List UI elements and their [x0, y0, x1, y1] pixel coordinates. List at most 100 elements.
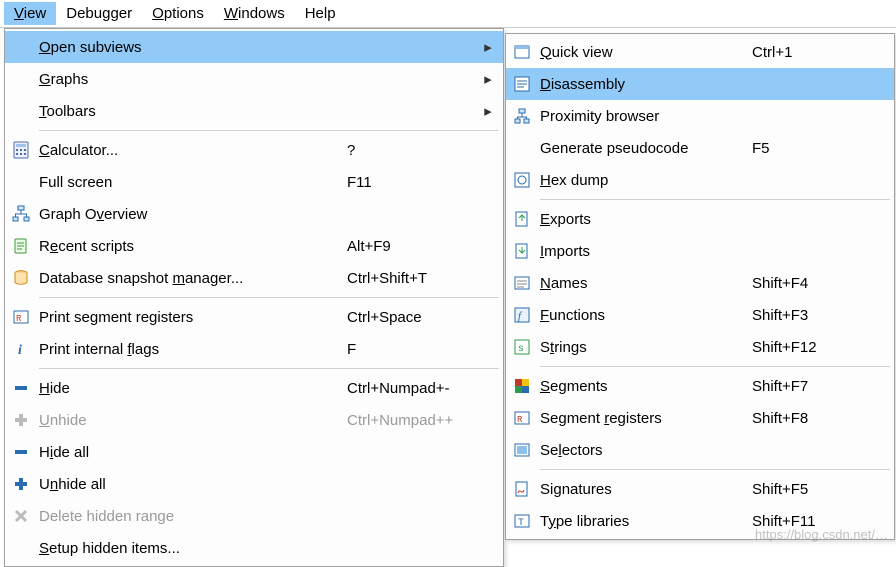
mi-delete-hidden-range: Delete hidden range — [5, 500, 503, 532]
mi-label: Exports — [538, 211, 746, 228]
mi-label: Calculator... — [37, 142, 341, 159]
mi-shortcut: Ctrl+Numpad++ — [341, 412, 481, 429]
mi-imports[interactable]: Imports — [506, 235, 894, 267]
menubar-windows[interactable]: Windows — [214, 2, 295, 25]
menubar-options[interactable]: Options — [142, 2, 214, 25]
mi-strings[interactable]: s Strings Shift+F12 — [506, 331, 894, 363]
mi-shortcut: Ctrl+1 — [746, 44, 886, 61]
mi-print-int-flags[interactable]: i Print internal flags F — [5, 333, 503, 365]
mi-toolbars[interactable]: Toolbars ▸ — [5, 95, 503, 127]
mi-disassembly[interactable]: Disassembly — [506, 68, 894, 100]
mi-setup-hidden-items[interactable]: Setup hidden items... — [5, 532, 503, 564]
registers-icon: R — [5, 301, 37, 333]
svg-text:s: s — [518, 344, 524, 355]
proximity-icon — [506, 100, 538, 132]
mi-label: Proximity browser — [538, 108, 746, 125]
mi-label: Delete hidden range — [37, 508, 341, 525]
mi-names[interactable]: Names Shift+F4 — [506, 267, 894, 299]
mi-generate-pseudocode[interactable]: Generate pseudocode F5 — [506, 132, 894, 164]
menubar-help[interactable]: Help — [295, 2, 346, 25]
mi-exports[interactable]: Exports — [506, 203, 894, 235]
blank-icon — [5, 31, 37, 63]
calculator-icon — [5, 134, 37, 166]
submenu-arrow-icon: ▸ — [481, 38, 495, 56]
mi-label: Quick view — [538, 44, 746, 61]
mi-shortcut: Ctrl+Numpad+- — [341, 380, 481, 397]
imports-icon — [506, 235, 538, 267]
svg-text:T: T — [518, 518, 524, 529]
mi-label: Recent scripts — [37, 238, 341, 255]
mi-graph-overview[interactable]: Graph Overview — [5, 198, 503, 230]
mi-label: Disassembly — [538, 76, 746, 93]
registers-icon: R — [506, 402, 538, 434]
open-subviews-submenu: Quick view Ctrl+1 Disassembly Proximity … — [505, 33, 895, 540]
mi-label: Segment registers — [538, 410, 746, 427]
blank-icon — [5, 532, 37, 564]
mi-calculator[interactable]: Calculator... ? — [5, 134, 503, 166]
mi-hex-dump[interactable]: Hex dump — [506, 164, 894, 196]
mi-db-snapshot[interactable]: Database snapshot manager... Ctrl+Shift+… — [5, 262, 503, 294]
blank-icon — [506, 132, 538, 164]
database-icon — [5, 262, 37, 294]
mi-unhide-all[interactable]: Unhide all — [5, 468, 503, 500]
mi-full-screen[interactable]: Full screen F11 — [5, 166, 503, 198]
mi-label: Segments — [538, 378, 746, 395]
mi-label: Setup hidden items... — [37, 540, 341, 557]
mi-shortcut: Shift+F3 — [746, 307, 886, 324]
mi-shortcut: Shift+F8 — [746, 410, 886, 427]
mi-label: Open subviews — [37, 39, 341, 56]
mi-label: Imports — [538, 243, 746, 260]
mi-signatures[interactable]: Signatures Shift+F5 — [506, 473, 894, 505]
mi-unhide: Unhide Ctrl+Numpad++ — [5, 404, 503, 436]
mi-segment-registers[interactable]: R Segment registers Shift+F8 — [506, 402, 894, 434]
mi-graphs[interactable]: Graphs ▸ — [5, 63, 503, 95]
graph-icon — [5, 198, 37, 230]
mi-shortcut: Shift+F5 — [746, 481, 886, 498]
plus-icon — [5, 404, 37, 436]
mi-hide[interactable]: Hide Ctrl+Numpad+- — [5, 372, 503, 404]
strings-icon: s — [506, 331, 538, 363]
segments-icon — [506, 370, 538, 402]
mi-label: Strings — [538, 339, 746, 356]
mi-recent-scripts[interactable]: Recent scripts Alt+F9 — [5, 230, 503, 262]
plus-icon — [5, 468, 37, 500]
mi-open-subviews[interactable]: Open subviews ▸ — [5, 31, 503, 63]
blank-icon — [5, 166, 37, 198]
mi-label: Full screen — [37, 174, 341, 191]
mi-shortcut: Shift+F7 — [746, 378, 886, 395]
type-libraries-icon: T — [506, 505, 538, 537]
menubar-view[interactable]: View — [4, 2, 56, 25]
mi-segments[interactable]: Segments Shift+F7 — [506, 370, 894, 402]
submenu-arrow-icon: ▸ — [481, 102, 495, 120]
mi-label: Unhide — [37, 412, 341, 429]
script-icon — [5, 230, 37, 262]
mi-shortcut: F — [341, 341, 481, 358]
mi-label: Graph Overview — [37, 206, 341, 223]
minus-icon — [5, 436, 37, 468]
mi-shortcut: Shift+F11 — [746, 513, 886, 530]
mi-shortcut: F5 — [746, 140, 886, 157]
mi-label: Hide — [37, 380, 341, 397]
mi-print-seg-reg[interactable]: R Print segment registers Ctrl+Space — [5, 301, 503, 333]
mi-functions[interactable]: f Functions Shift+F3 — [506, 299, 894, 331]
mi-shortcut: Shift+F12 — [746, 339, 886, 356]
mi-label: Generate pseudocode — [538, 140, 746, 157]
disassembly-icon — [506, 68, 538, 100]
quickview-icon — [506, 36, 538, 68]
mi-quick-view[interactable]: Quick view Ctrl+1 — [506, 36, 894, 68]
mi-type-libraries[interactable]: T Type libraries Shift+F11 — [506, 505, 894, 537]
blank-icon — [5, 63, 37, 95]
submenu-arrow-icon: ▸ — [481, 70, 495, 88]
mi-label: Signatures — [538, 481, 746, 498]
view-menu: Open subviews ▸ Graphs ▸ Toolbars ▸ Calc… — [4, 28, 504, 567]
mi-proximity-browser[interactable]: Proximity browser — [506, 100, 894, 132]
mi-label: Print internal flags — [37, 341, 341, 358]
mi-selectors[interactable]: Selectors — [506, 434, 894, 466]
mi-label: Functions — [538, 307, 746, 324]
selectors-icon — [506, 434, 538, 466]
names-icon — [506, 267, 538, 299]
separator — [540, 366, 890, 367]
mi-hide-all[interactable]: Hide all — [5, 436, 503, 468]
exports-icon — [506, 203, 538, 235]
menubar-debugger[interactable]: Debugger — [56, 2, 142, 25]
